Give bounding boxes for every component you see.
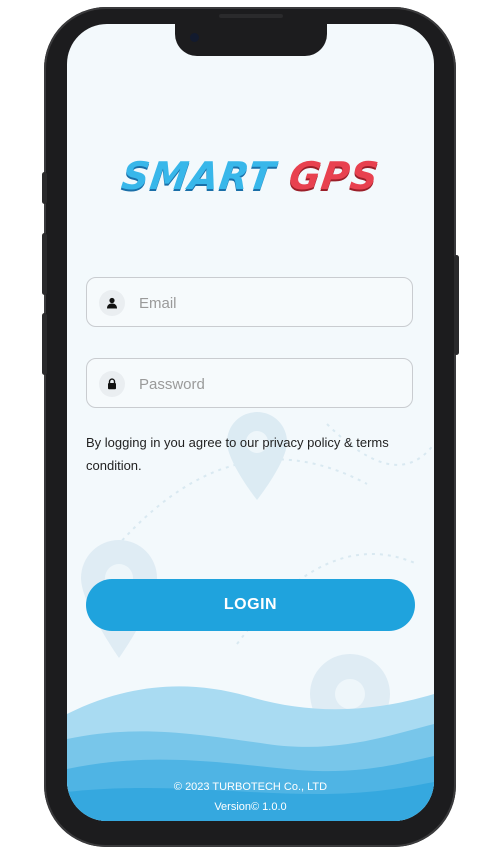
user-icon bbox=[99, 290, 125, 316]
password-input[interactable] bbox=[137, 359, 401, 409]
phone-side-button bbox=[42, 313, 47, 375]
phone-side-button bbox=[454, 255, 459, 355]
app-logo: SMART GPS bbox=[0, 154, 501, 198]
email-field[interactable] bbox=[86, 277, 413, 328]
login-button[interactable]: LOGIN bbox=[86, 579, 415, 631]
lock-icon bbox=[99, 371, 125, 397]
logo-word-smart: SMART bbox=[119, 154, 279, 198]
version-text: Version© 1.0.0 bbox=[214, 801, 287, 813]
email-input[interactable] bbox=[137, 278, 401, 328]
background-decoration bbox=[67, 412, 434, 821]
front-camera bbox=[190, 33, 199, 42]
app-screen bbox=[67, 24, 434, 821]
terms-text: By logging in you agree to our privacy p… bbox=[86, 435, 389, 473]
password-field[interactable] bbox=[86, 358, 413, 409]
phone-side-button bbox=[42, 233, 47, 295]
logo-word-gps: GPS bbox=[286, 154, 382, 198]
copyright-text: © 2023 TURBOTECH Co., LTD bbox=[173, 781, 328, 793]
